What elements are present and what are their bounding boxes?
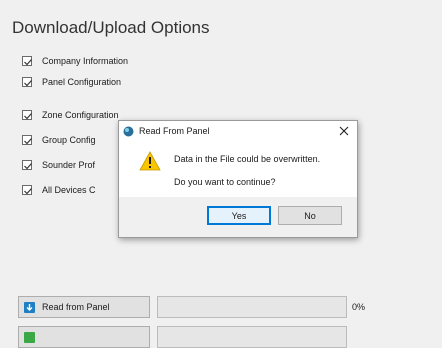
checkbox[interactable] <box>22 110 32 120</box>
option-label: Sounder Prof <box>42 160 96 170</box>
option-label: Company Information <box>42 56 129 66</box>
yes-button[interactable]: Yes <box>207 206 271 225</box>
panel-title: Download/Upload Options <box>12 18 210 37</box>
check-icon <box>24 113 32 120</box>
write-progress-bar <box>157 326 347 348</box>
option-label: Zone Configuration <box>42 110 119 120</box>
read-from-panel-button[interactable]: Read from Panel <box>18 296 150 318</box>
read-from-panel-dialog: Read From Panel Data in the File could b… <box>118 120 358 238</box>
read-panel-icon <box>24 301 35 313</box>
dialog-titlebar[interactable]: Read From Panel <box>119 121 357 143</box>
read-progress-bar <box>157 296 347 318</box>
checkbox[interactable] <box>22 56 32 66</box>
check-icon <box>24 80 32 87</box>
warning-icon <box>139 151 161 171</box>
option-row-panel-configuration[interactable] <box>22 74 32 90</box>
no-button[interactable]: No <box>278 206 342 225</box>
read-from-panel-label: Read from Panel <box>42 302 110 312</box>
option-row-all-devices[interactable] <box>22 182 32 198</box>
write-to-panel-button[interactable] <box>18 326 150 348</box>
dialog-message: Data in the File could be overwritten. <box>174 154 321 164</box>
option-row-zone-configuration[interactable] <box>22 107 32 123</box>
check-icon <box>24 138 32 145</box>
checkbox[interactable] <box>22 77 32 87</box>
checkbox[interactable] <box>22 160 32 170</box>
close-icon[interactable] <box>337 124 351 138</box>
check-icon <box>24 188 32 195</box>
checkbox[interactable] <box>22 135 32 145</box>
write-panel-icon <box>24 331 35 343</box>
option-label: Group Config <box>42 135 96 145</box>
dialog-question: Do you want to continue? <box>174 177 276 187</box>
option-row-company-information[interactable] <box>22 53 32 69</box>
check-icon <box>24 59 32 66</box>
app-icon <box>123 126 134 137</box>
option-row-group-configuration[interactable] <box>22 132 32 148</box>
checkbox[interactable] <box>22 185 32 195</box>
option-label: Panel Configuration <box>42 77 122 87</box>
read-progress-percent: 0% <box>352 302 366 312</box>
option-label: All Devices C <box>42 185 96 195</box>
dialog-title: Read From Panel <box>139 126 210 136</box>
check-icon <box>24 163 32 170</box>
dialog-button-bar: Yes No <box>119 197 357 237</box>
option-row-sounder-profiles[interactable] <box>22 157 32 173</box>
